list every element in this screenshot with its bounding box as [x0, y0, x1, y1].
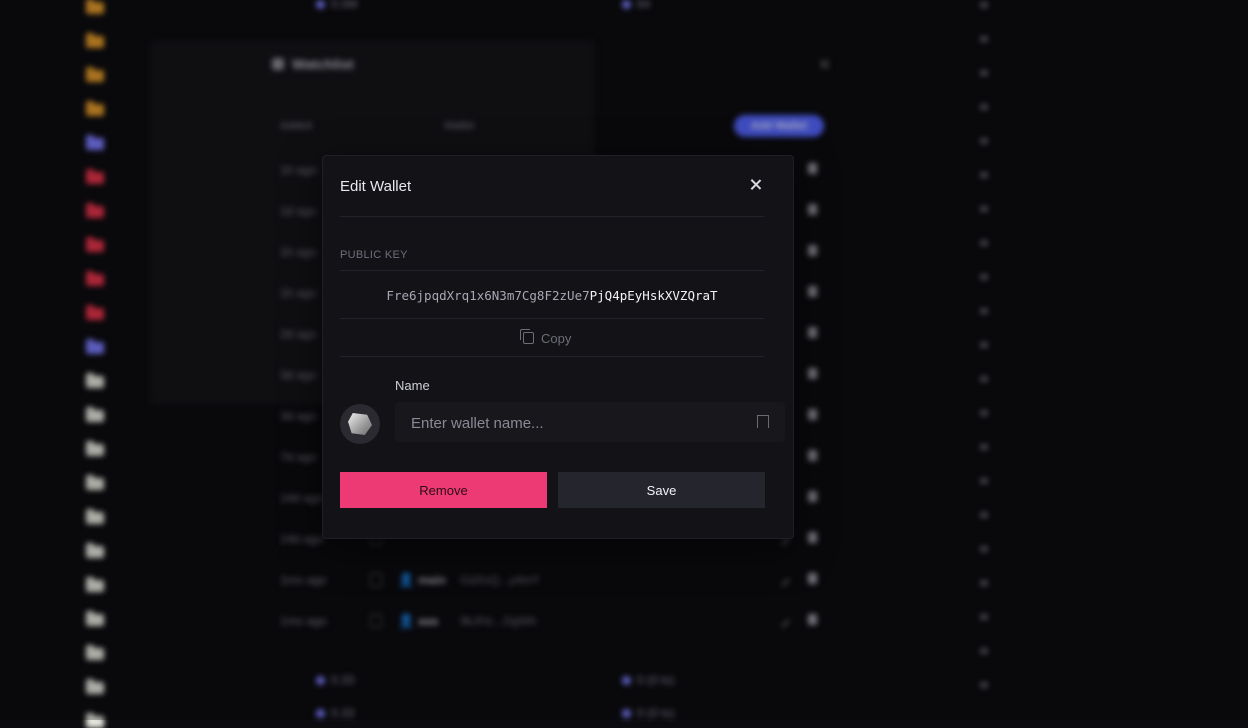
divider [340, 216, 764, 217]
public-key-suffix: PjQ4pEyHskXVZQraT [589, 288, 718, 303]
copy-button[interactable]: Copy [520, 329, 572, 346]
divider [340, 318, 764, 319]
divider [340, 270, 764, 271]
copy-label: Copy [541, 331, 572, 346]
copy-icon [520, 329, 534, 344]
public-key-prefix: Fre6jpqdXrq1x6N3m7Cg8F2zUe7 [386, 288, 590, 303]
name-label: Name [395, 378, 430, 393]
close-icon[interactable] [747, 176, 765, 194]
wallet-name-input[interactable] [409, 402, 743, 444]
edit-wallet-modal: Edit Wallet PUBLIC KEY Fre6jpqdXrq1x6N3m… [322, 155, 794, 539]
divider [340, 356, 764, 357]
name-input-wrapper [395, 402, 785, 444]
avatar-image [348, 413, 372, 435]
remove-button[interactable]: Remove [340, 472, 547, 508]
save-button[interactable]: Save [558, 472, 765, 508]
modal-title: Edit Wallet [340, 178, 412, 195]
public-key-value: Fre6jpqdXrq1x6N3m7Cg8F2zUe7PjQ4pEyHskXVZ… [340, 288, 764, 303]
avatar[interactable] [340, 404, 380, 444]
bookmark-icon[interactable] [757, 415, 769, 432]
public-key-label: PUBLIC KEY [340, 249, 408, 261]
